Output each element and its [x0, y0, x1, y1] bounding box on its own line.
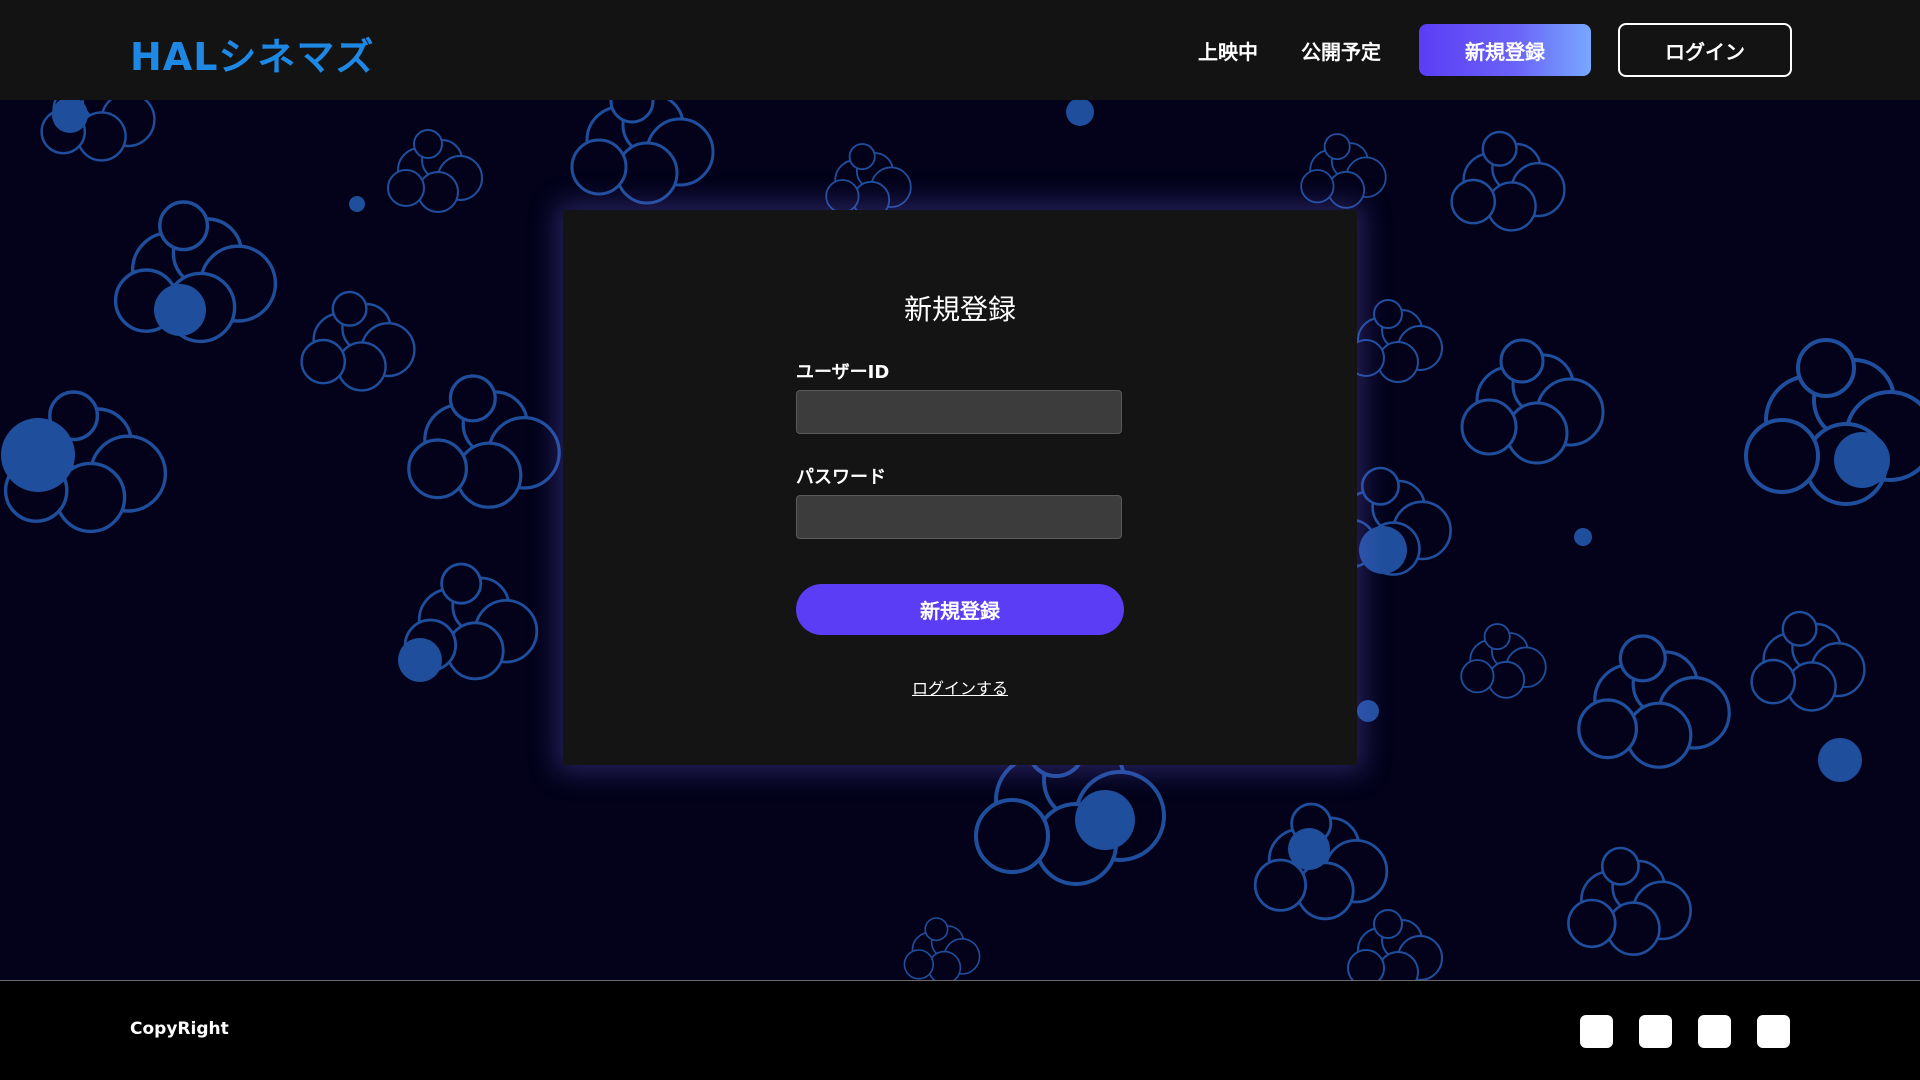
site-logo[interactable]: HALシネマズ [130, 26, 374, 81]
header-login-button[interactable]: ログイン [1618, 23, 1792, 77]
register-submit-button[interactable]: 新規登録 [796, 584, 1124, 635]
social-icon-2[interactable] [1639, 1015, 1672, 1048]
nav-now-showing[interactable]: 上映中 [1198, 36, 1258, 65]
social-icon-4[interactable] [1757, 1015, 1790, 1048]
header-register-button[interactable]: 新規登録 [1419, 24, 1591, 76]
user-id-input[interactable] [796, 390, 1122, 434]
copyright-text: CopyRight [130, 1019, 229, 1039]
register-title: 新規登録 [903, 293, 1016, 326]
nav-coming-soon[interactable]: 公開予定 [1301, 36, 1381, 65]
social-icon-1[interactable] [1580, 1015, 1613, 1048]
user-id-label: ユーザーID [796, 362, 890, 383]
register-card: 新規登録 ユーザーID パスワード 新規登録 ログインする [563, 210, 1357, 765]
social-icon-3[interactable] [1698, 1015, 1731, 1048]
password-label: パスワード [796, 467, 886, 488]
login-link[interactable]: ログインする [563, 675, 1357, 699]
site-footer: CopyRight [0, 980, 1920, 1080]
site-header: HALシネマズ 上映中 公開予定 新規登録 ログイン [0, 0, 1920, 100]
password-input[interactable] [796, 495, 1122, 539]
